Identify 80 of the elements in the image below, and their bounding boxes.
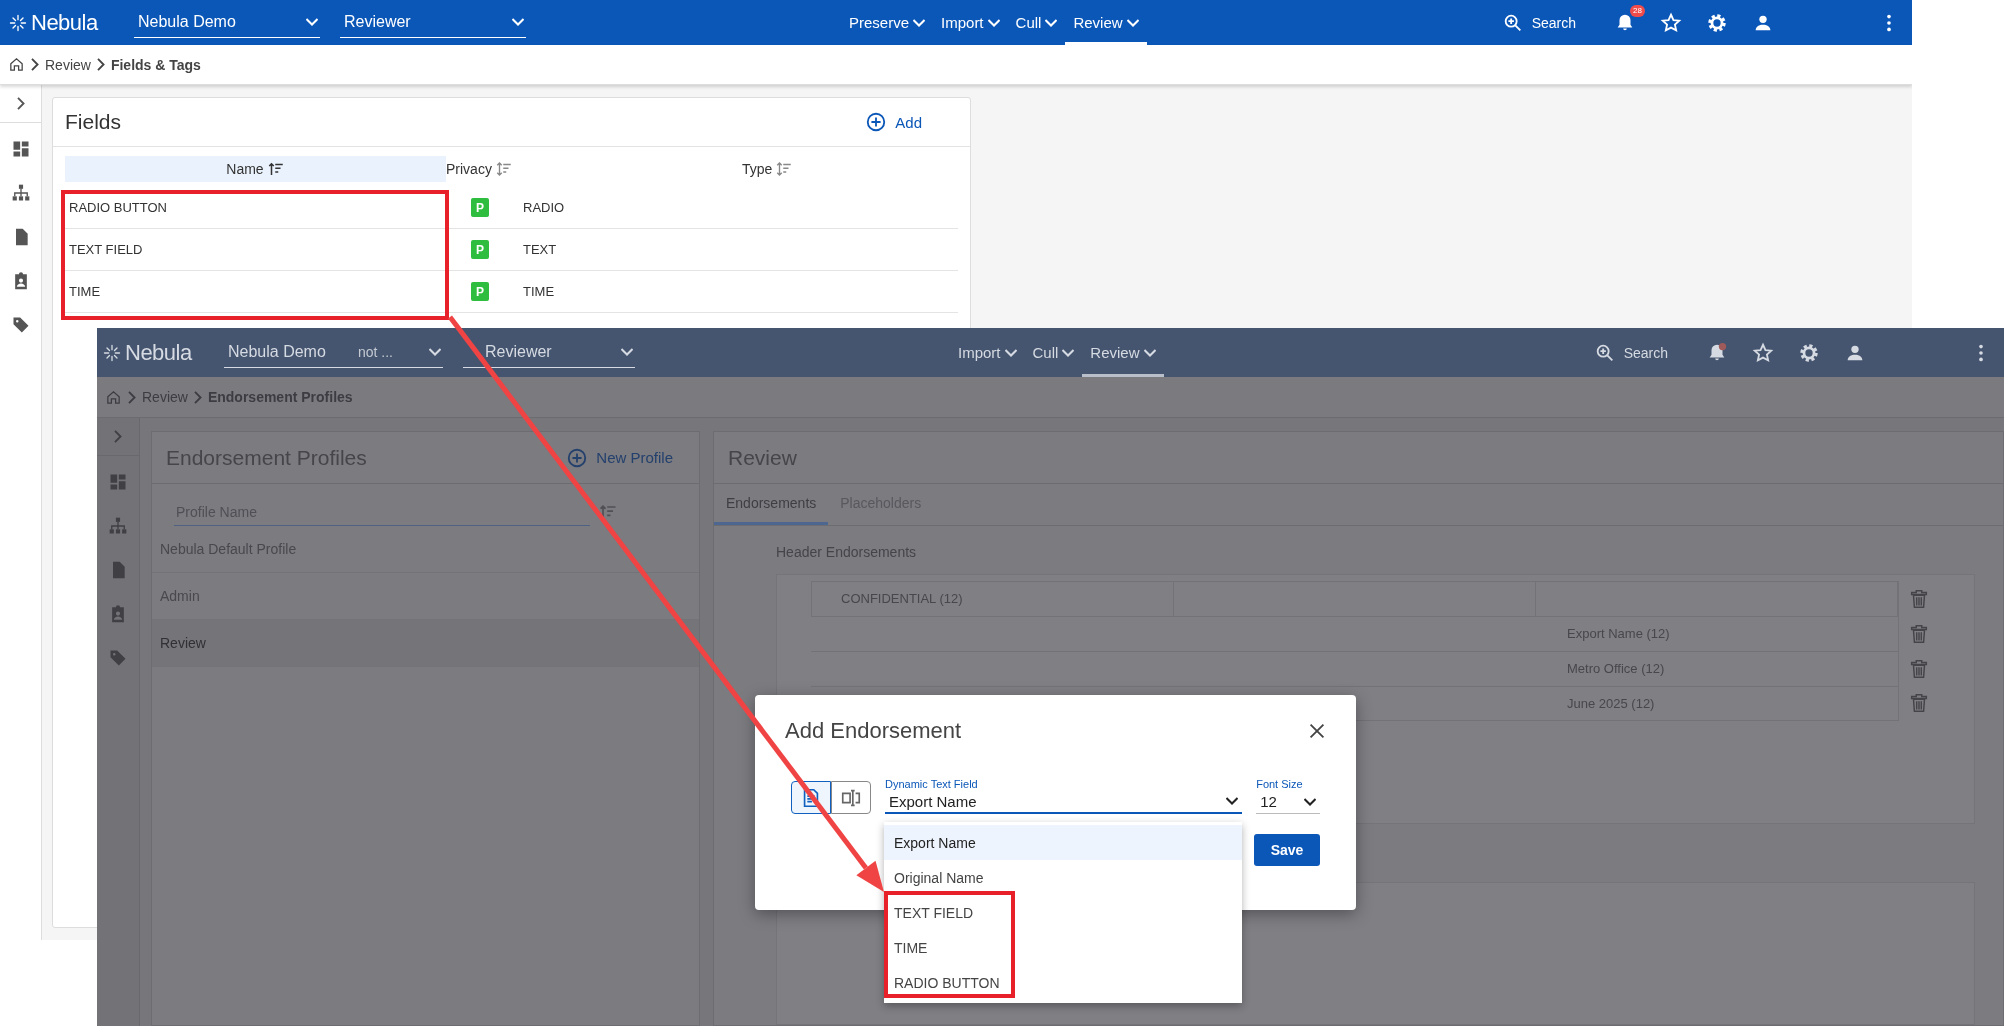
nav-menu[interactable]: Cull <box>1024 328 1083 377</box>
add-icon <box>566 446 589 469</box>
card-title: Fields <box>65 110 122 134</box>
logo: Nebula <box>125 339 192 366</box>
privacy-badge: P <box>471 240 489 259</box>
chevron-right-icon <box>193 390 202 404</box>
sort-icon <box>494 160 513 178</box>
add-icon <box>865 111 888 133</box>
sparkle-icon <box>102 342 122 363</box>
table-cell-text: TIME <box>522 284 555 299</box>
caret-icon <box>1304 797 1316 806</box>
sparkle-icon <box>8 12 28 33</box>
breadcrumb-current: Endorsement Profiles <box>207 389 353 405</box>
table-cell-text: TEXT FIELD <box>68 242 143 257</box>
privacy-badge: P <box>471 198 489 217</box>
privacy-badge: P <box>471 282 489 301</box>
nav-menu[interactable]: Import <box>933 0 1008 45</box>
search-button[interactable]: Search <box>1593 341 1668 364</box>
nav-menu[interactable]: Import <box>950 328 1025 377</box>
save-button[interactable]: Save <box>1254 834 1320 866</box>
caret-icon <box>1062 348 1075 357</box>
table-cell-text: TEXT <box>522 242 557 257</box>
table-cell: Metro Office (12) <box>1537 651 1899 686</box>
trash-icon[interactable] <box>1908 657 1930 680</box>
trash-icon[interactable] <box>1908 692 1930 714</box>
table-cell: June 2025 (12) <box>1537 686 1899 720</box>
menu-option[interactable]: RADIO BUTTON <box>884 965 1242 1000</box>
caret-icon <box>621 348 633 356</box>
table-cell: Export Name (12) <box>1537 616 1899 651</box>
menu-option[interactable]: Original Name <box>884 860 1242 895</box>
sort-icon <box>266 160 285 178</box>
dropdown-select[interactable]: Reviewer <box>463 337 635 368</box>
column-header[interactable]: Privacy <box>446 156 513 182</box>
dropdown-field[interactable]: Font Size 12 <box>1256 778 1320 814</box>
trash-icon[interactable] <box>1908 622 1930 645</box>
settings-icon[interactable] <box>1798 341 1820 364</box>
chevron-right-icon <box>128 390 136 404</box>
toggle-button[interactable] <box>831 781 871 814</box>
hierarchy-icon[interactable] <box>10 183 31 203</box>
trash-icon[interactable] <box>1908 587 1930 610</box>
column-header[interactable]: Type <box>742 156 794 182</box>
settings-icon[interactable] <box>1706 11 1728 34</box>
caret-icon <box>1226 797 1239 805</box>
nav-menu[interactable]: Cull <box>1007 0 1066 45</box>
star-icon[interactable] <box>1660 11 1682 34</box>
caret-icon <box>1126 18 1139 27</box>
sort-icon <box>775 160 794 178</box>
field-label: Dynamic Text Field <box>885 778 979 790</box>
dropdown-select[interactable]: Reviewer <box>340 7 526 38</box>
breadcrumb-current: Fields & Tags <box>110 56 201 73</box>
table-cell-text: CONFIDENTIAL (12) <box>840 590 964 608</box>
caret-icon <box>1004 348 1017 357</box>
caret-icon <box>987 18 1000 27</box>
menu-option[interactable]: Export Name <box>884 825 1242 860</box>
add-button[interactable]: Add <box>865 111 922 133</box>
notification-badge: 28 <box>1630 4 1645 17</box>
chevron-right-icon[interactable] <box>16 97 25 110</box>
dropdown-select[interactable]: Nebula Demo <box>134 7 320 38</box>
caret-icon <box>1045 18 1058 27</box>
chevron-right-icon <box>96 58 105 71</box>
search-button[interactable]: Search <box>1501 11 1576 34</box>
star-icon[interactable] <box>1752 341 1774 364</box>
dropdown-field[interactable]: Dynamic Text Field Export Name <box>885 778 1243 814</box>
dialog-title: Add Endorsement <box>785 718 962 744</box>
table-cell-text: RADIO BUTTON <box>68 200 167 215</box>
caret-icon <box>913 18 926 27</box>
chevron-right-icon <box>31 58 39 71</box>
breadcrumb-link[interactable]: Review <box>45 56 91 73</box>
caret-icon <box>429 348 441 356</box>
field-label: Font Size <box>1256 778 1304 790</box>
column-header[interactable]: Name <box>65 156 446 182</box>
logo: Nebula <box>31 9 98 36</box>
caret-icon <box>1143 348 1156 357</box>
caret-icon <box>512 18 524 26</box>
caret-icon <box>306 18 318 26</box>
table-cell-text: RADIO <box>522 200 565 215</box>
home-icon[interactable] <box>8 56 25 73</box>
table-cell-text: TIME <box>68 284 101 299</box>
nav-menu[interactable]: Preserve <box>841 0 934 45</box>
dropdown-select[interactable]: Nebula Demo not ... <box>224 337 443 368</box>
